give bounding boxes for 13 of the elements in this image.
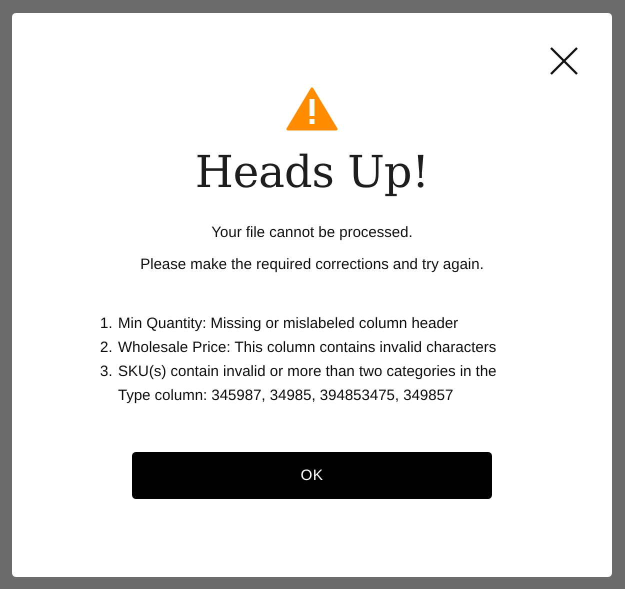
close-button[interactable] [550,47,578,75]
error-text: Min Quantity: Missing or mislabeled column header [118,314,460,334]
message-text: Please make the required corrections and try again. [140,256,484,274]
ok-button[interactable]: OK [132,452,492,499]
item-number: 3. [100,362,114,382]
item-number: 2. [100,338,114,358]
error-text: Wholesale Price: This column contains invalid characters [118,338,498,358]
message-text: Your file cannot be processed. [211,224,413,242]
warning-icon [286,87,338,131]
dialog-title: Heads Up! [195,147,429,198]
item-number: 1. [100,314,114,334]
close-icon [550,47,578,75]
error-text: SKU(s) contain invalid or more than two categories in the Type column: 345987, 34985, 394853475, 349857 [118,362,498,406]
